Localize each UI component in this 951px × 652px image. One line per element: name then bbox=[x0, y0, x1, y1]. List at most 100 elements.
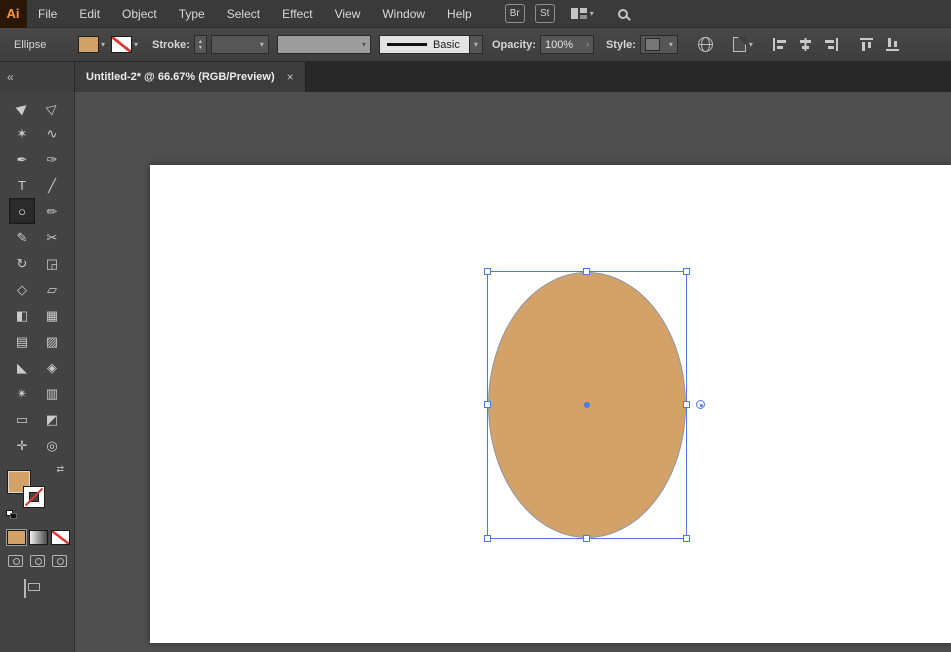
center-anchor-point[interactable] bbox=[584, 402, 590, 408]
stroke-color-control[interactable]: ▾ bbox=[111, 36, 138, 53]
brush-definition-combo[interactable]: Basic ▾ bbox=[379, 35, 483, 54]
none-button[interactable] bbox=[51, 530, 70, 545]
selection-icon: ▶ bbox=[14, 99, 30, 115]
selection-handle-w[interactable] bbox=[484, 401, 491, 408]
canvas[interactable] bbox=[75, 92, 951, 652]
shape-builder-tool[interactable]: ◧ bbox=[9, 302, 35, 328]
selection-handle-ne[interactable] bbox=[683, 268, 690, 275]
perspective-grid-tool[interactable]: ▦ bbox=[39, 302, 65, 328]
menu-window[interactable]: Window bbox=[371, 0, 436, 28]
lasso-tool[interactable]: ∿ bbox=[39, 120, 65, 146]
selection-handle-e[interactable] bbox=[683, 401, 690, 408]
globe-icon[interactable] bbox=[698, 37, 713, 52]
selection-handle-nw[interactable] bbox=[484, 268, 491, 275]
illustrator-window: Ai File Edit Object Type Select Effect V… bbox=[0, 0, 951, 652]
color-button[interactable] bbox=[7, 530, 26, 545]
mesh-icon: ▤ bbox=[16, 335, 28, 348]
draw-normal-icon[interactable] bbox=[8, 555, 23, 567]
gradient-button[interactable] bbox=[29, 530, 48, 545]
search-icon[interactable] bbox=[618, 9, 628, 19]
align-right-button[interactable] bbox=[821, 34, 842, 55]
collapse-panel-icon[interactable]: « bbox=[7, 70, 14, 84]
align-center-button[interactable] bbox=[795, 34, 816, 55]
slice-tool[interactable]: ◩ bbox=[39, 406, 65, 432]
magic-wand-tool[interactable]: ✶ bbox=[9, 120, 35, 146]
draw-behind-icon[interactable] bbox=[30, 555, 45, 567]
align-bottom-button[interactable] bbox=[882, 34, 903, 55]
bridge-button[interactable]: Br bbox=[505, 4, 525, 23]
opacity-combo[interactable]: 100% › bbox=[540, 35, 594, 54]
width-tool[interactable]: ◇ bbox=[9, 276, 35, 302]
menu-object[interactable]: Object bbox=[111, 0, 168, 28]
type-tool[interactable]: T bbox=[9, 172, 35, 198]
swap-fill-stroke-icon[interactable]: ⇄ bbox=[56, 464, 64, 475]
default-fill-stroke-icon[interactable] bbox=[6, 510, 18, 520]
curvature-icon: ✑ bbox=[47, 153, 58, 166]
curvature-tool[interactable]: ✑ bbox=[39, 146, 65, 172]
chevron-down-icon: ▾ bbox=[134, 40, 138, 49]
stroke-weight-combo[interactable]: ▾ bbox=[211, 35, 269, 54]
selection-handle-sw[interactable] bbox=[484, 535, 491, 542]
gradient-tool[interactable]: ▨ bbox=[39, 328, 65, 354]
style-combo[interactable]: ▾ bbox=[640, 35, 678, 54]
menu-file[interactable]: File bbox=[27, 0, 68, 28]
stock-button[interactable]: St bbox=[535, 4, 555, 23]
line-segment-icon: ╱ bbox=[48, 179, 56, 192]
stroke-weight-stepper[interactable]: ▴ ▾ bbox=[194, 35, 207, 54]
rotate-tool[interactable]: ↻ bbox=[9, 250, 35, 276]
stroke-swatch[interactable] bbox=[23, 486, 45, 508]
magic-wand-icon: ✶ bbox=[17, 127, 28, 140]
draw-inside-icon[interactable] bbox=[52, 555, 67, 567]
pen-tool[interactable]: ✒ bbox=[9, 146, 35, 172]
menu-effect[interactable]: Effect bbox=[271, 0, 323, 28]
menu-help[interactable]: Help bbox=[436, 0, 483, 28]
ellipse-tool[interactable]: ○ bbox=[9, 198, 35, 224]
selection-handle-s[interactable] bbox=[583, 535, 590, 542]
blend-tool[interactable]: ◈ bbox=[39, 354, 65, 380]
symbol-sprayer-tool[interactable]: ✴ bbox=[9, 380, 35, 406]
screen-mode-icon[interactable] bbox=[24, 579, 26, 598]
eyedropper-tool[interactable]: ◣ bbox=[9, 354, 35, 380]
selection-handle-se[interactable] bbox=[683, 535, 690, 542]
column-graph-icon: ▥ bbox=[46, 387, 58, 400]
shaper-icon: ✎ bbox=[17, 231, 28, 244]
selection-tool[interactable]: ▶ bbox=[9, 94, 35, 120]
style-swatch bbox=[645, 38, 660, 51]
selection-handle-n[interactable] bbox=[583, 268, 590, 275]
app-logo-icon[interactable]: Ai bbox=[0, 0, 27, 28]
opacity-value: 100% bbox=[545, 39, 573, 51]
menu-select[interactable]: Select bbox=[216, 0, 271, 28]
close-tab-icon[interactable]: × bbox=[287, 70, 294, 84]
paintbrush-tool[interactable]: ✏ bbox=[39, 198, 65, 224]
column-graph-tool[interactable]: ▥ bbox=[39, 380, 65, 406]
align-left-button[interactable] bbox=[769, 34, 790, 55]
menu-view[interactable]: View bbox=[324, 0, 372, 28]
scissors-tool[interactable]: ✂ bbox=[39, 224, 65, 250]
align-top-button[interactable] bbox=[856, 34, 877, 55]
blend-icon: ◈ bbox=[47, 361, 57, 374]
menu-edit[interactable]: Edit bbox=[68, 0, 111, 28]
zoom-tool[interactable]: ◎ bbox=[39, 432, 65, 458]
drawing-mode-buttons bbox=[8, 555, 74, 567]
line-segment-tool[interactable]: ╱ bbox=[39, 172, 65, 198]
shaper-tool[interactable]: ✎ bbox=[9, 224, 35, 250]
menu-type[interactable]: Type bbox=[168, 0, 216, 28]
width-icon: ◇ bbox=[17, 283, 27, 296]
direct-selection-tool[interactable]: ▷ bbox=[39, 94, 65, 120]
fill-color-control[interactable]: ▾ bbox=[78, 36, 105, 53]
workspace-switcher[interactable]: ▾ bbox=[571, 7, 594, 20]
transform-widget[interactable] bbox=[696, 400, 705, 409]
mesh-tool[interactable]: ▤ bbox=[9, 328, 35, 354]
free-transform-tool[interactable]: ▱ bbox=[39, 276, 65, 302]
artboard-tool[interactable]: ▭ bbox=[9, 406, 35, 432]
hand-tool[interactable]: ✛ bbox=[9, 432, 35, 458]
scale-tool[interactable]: ◲ bbox=[39, 250, 65, 276]
chevron-down-icon: ▾ bbox=[590, 9, 594, 18]
shape-builder-icon: ◧ bbox=[16, 309, 28, 322]
width-profile-combo[interactable]: ▾ bbox=[277, 35, 371, 54]
document-tab[interactable]: Untitled-2* @ 66.67% (RGB/Preview) × bbox=[75, 62, 306, 92]
chevron-down-icon: ▾ bbox=[101, 40, 105, 49]
stroke-none-swatch bbox=[111, 36, 132, 53]
document-setup-control[interactable]: ▾ bbox=[733, 37, 753, 52]
active-tool-label: Ellipse bbox=[14, 39, 72, 51]
